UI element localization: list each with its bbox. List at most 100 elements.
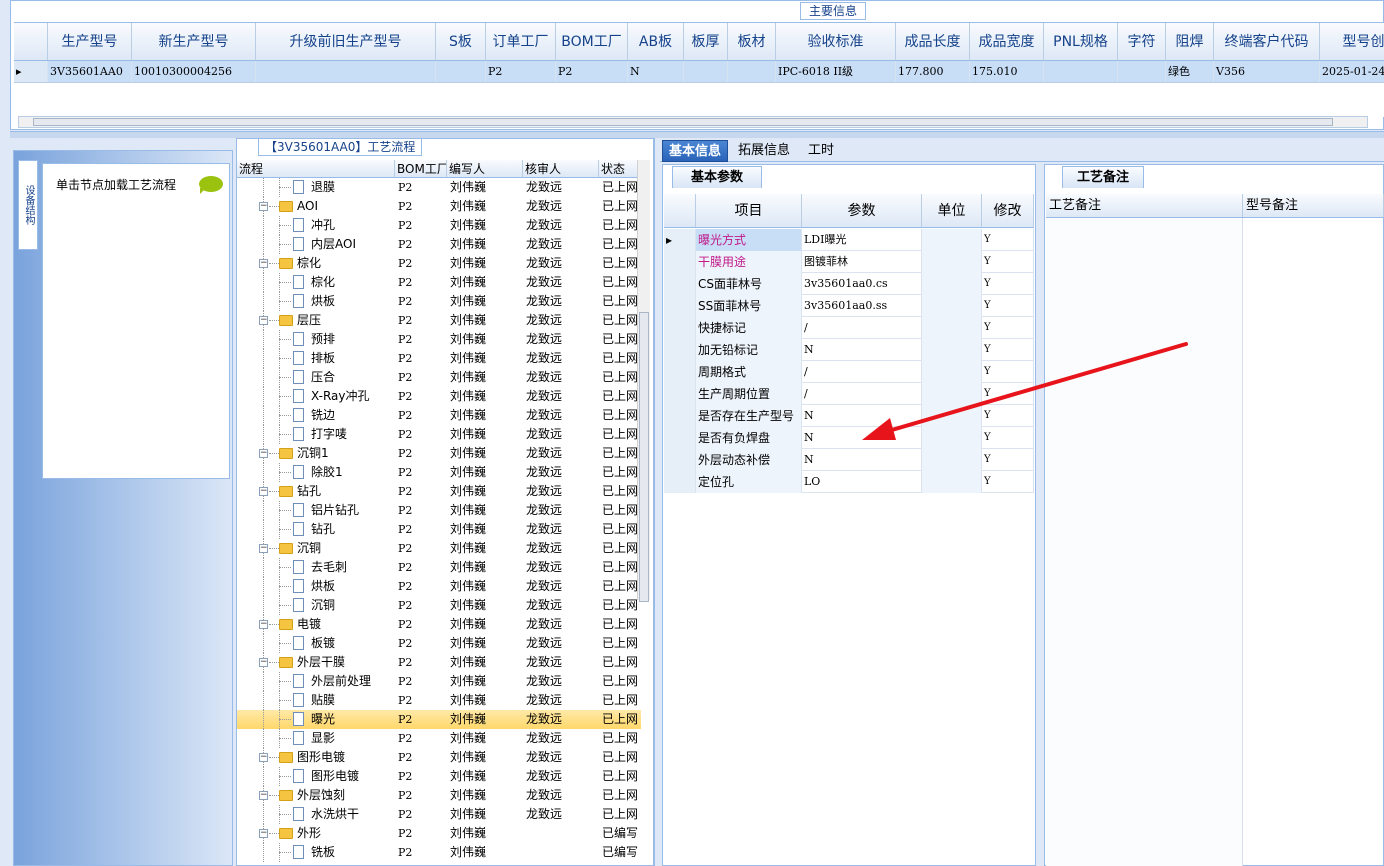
top-col-header[interactable]: S板	[436, 23, 486, 60]
top-cell[interactable]: 绿色	[1166, 61, 1214, 82]
top-cell[interactable]: 10010300004256	[132, 61, 256, 82]
main-info-hscrollbar[interactable]	[18, 116, 1368, 128]
param-row[interactable]: 干膜用途 图镀菲林 Y	[664, 251, 1034, 273]
tree-expander-icon[interactable]: −	[259, 544, 268, 553]
param-unit-cell[interactable]	[922, 317, 982, 339]
tree-col-header[interactable]: 状态	[599, 160, 641, 177]
param-row[interactable]: 外层动态补偿 N Y	[664, 449, 1034, 471]
param-row[interactable]: ▸ 曝光方式 LDI曝光 Y	[664, 229, 1034, 251]
top-col-header[interactable]: 型号创建时间	[1320, 23, 1384, 60]
tab-basic-info[interactable]: 基本信息	[662, 140, 729, 162]
tree-row[interactable]: 沉铜 P2 刘伟巍 龙致远 已上网	[237, 596, 641, 615]
top-cell[interactable]: 3V35601AA0	[48, 61, 132, 82]
param-value-cell[interactable]: N	[802, 449, 922, 471]
tree-row[interactable]: − 外层蚀刻 P2 刘伟巍 龙致远 已上网	[237, 786, 641, 805]
param-value-cell[interactable]: /	[802, 317, 922, 339]
top-col-header[interactable]: 终端客户代码	[1214, 23, 1320, 60]
param-value-cell[interactable]: 3v35601aa0.ss	[802, 295, 922, 317]
col-process-note[interactable]: 工艺备注	[1046, 194, 1243, 217]
tree-row[interactable]: 去毛刺 P2 刘伟巍 龙致远 已上网	[237, 558, 641, 577]
horizontal-splitter[interactable]	[10, 131, 1384, 138]
tree-row[interactable]: − 外层干膜 P2 刘伟巍 龙致远 已上网	[237, 653, 641, 672]
top-col-header[interactable]: 字符	[1118, 23, 1166, 60]
param-row[interactable]: SS面菲林号 3v35601aa0.ss Y	[664, 295, 1034, 317]
tree-row[interactable]: 外层前处理 P2 刘伟巍 龙致远 已上网	[237, 672, 641, 691]
param-row[interactable]: 定位孔 LO Y	[664, 471, 1034, 493]
top-col-header[interactable]: 板材	[728, 23, 776, 60]
tree-expander-icon[interactable]: −	[259, 487, 268, 496]
tree-row[interactable]: − 沉铜1 P2 刘伟巍 龙致远 已上网	[237, 444, 641, 463]
top-col-header[interactable]: 成品宽度	[970, 23, 1044, 60]
top-cell[interactable]: IPC-6018 II级	[776, 61, 896, 82]
tree-row[interactable]: 铝片钻孔 P2 刘伟巍 龙致远 已上网	[237, 501, 641, 520]
tree-row[interactable]: 曝光 P2 刘伟巍 龙致远 已上网	[237, 710, 641, 729]
param-row[interactable]: CS面菲林号 3v35601aa0.cs Y	[664, 273, 1034, 295]
top-col-header[interactable]: 订单工厂	[486, 23, 556, 60]
tree-row[interactable]: − 沉铜 P2 刘伟巍 龙致远 已上网	[237, 539, 641, 558]
tree-expander-icon[interactable]: −	[259, 658, 268, 667]
param-edit-cell[interactable]: Y	[982, 471, 1034, 493]
col-param[interactable]: 参数	[802, 194, 922, 227]
tree-row[interactable]: − 图形电镀 P2 刘伟巍 龙致远 已上网	[237, 748, 641, 767]
tree-expander-icon[interactable]: −	[259, 753, 268, 762]
top-col-header[interactable]: 验收标准	[776, 23, 896, 60]
param-edit-cell[interactable]: Y	[982, 229, 1034, 251]
tree-row[interactable]: 图形电镀 P2 刘伟巍 龙致远 已上网	[237, 767, 641, 786]
process-notes-tab[interactable]: 工艺备注	[1062, 166, 1144, 188]
tree-row[interactable]: 显影 P2 刘伟巍 龙致远 已上网	[237, 729, 641, 748]
col-edit[interactable]: 修改	[982, 194, 1034, 227]
top-cell[interactable]: P2	[486, 61, 556, 82]
process-flow-vscroll-thumb[interactable]	[639, 312, 649, 602]
param-unit-cell[interactable]	[922, 273, 982, 295]
tree-expander-icon[interactable]: −	[259, 829, 268, 838]
top-col-header[interactable]: 生产型号	[48, 23, 132, 60]
tree-col-header[interactable]: 流程	[237, 160, 395, 177]
top-col-header[interactable]: 新生产型号	[132, 23, 256, 60]
param-edit-cell[interactable]: Y	[982, 449, 1034, 471]
tree-row[interactable]: 棕化 P2 刘伟巍 龙致远 已上网	[237, 273, 641, 292]
tree-row[interactable]: 铣边 P2 刘伟巍 龙致远 已上网	[237, 406, 641, 425]
top-cell[interactable]: 2025-01-24 15:16:58	[1320, 61, 1384, 82]
tree-row[interactable]: 内层AOI P2 刘伟巍 龙致远 已上网	[237, 235, 641, 254]
tree-expander-icon[interactable]: −	[259, 620, 268, 629]
top-col-header[interactable]: PNL规格	[1044, 23, 1118, 60]
tree-row[interactable]: 冲孔 P2 刘伟巍 龙致远 已上网	[237, 216, 641, 235]
tree-row[interactable]: − 层压 P2 刘伟巍 龙致远 已上网	[237, 311, 641, 330]
param-unit-cell[interactable]	[922, 229, 982, 251]
tree-row[interactable]: − 外形 P2 刘伟巍 已编写	[237, 824, 641, 843]
tab-work-hours[interactable]: 工时	[802, 140, 840, 162]
tree-row[interactable]: 铣板 P2 刘伟巍 已编写	[237, 843, 641, 862]
top-cell[interactable]: 175.010	[970, 61, 1044, 82]
tree-row[interactable]: 水洗烘干 P2 刘伟巍 龙致远 已上网	[237, 805, 641, 824]
top-col-header[interactable]: AB板	[628, 23, 684, 60]
param-value-cell[interactable]: LO	[802, 471, 922, 493]
tree-row[interactable]: 压合 P2 刘伟巍 龙致远 已上网	[237, 368, 641, 387]
tree-row[interactable]: X-Ray冲孔 P2 刘伟巍 龙致远 已上网	[237, 387, 641, 406]
top-cell[interactable]	[1044, 61, 1118, 82]
tree-expander-icon[interactable]: −	[259, 202, 268, 211]
tree-col-header[interactable]: BOM工厂	[395, 160, 447, 177]
col-unit[interactable]: 单位	[922, 194, 982, 227]
top-cell[interactable]	[256, 61, 436, 82]
tree-row[interactable]: 除胶1 P2 刘伟巍 龙致远 已上网	[237, 463, 641, 482]
structure-card[interactable]	[42, 163, 230, 479]
top-cell[interactable]	[1118, 61, 1166, 82]
tree-row[interactable]: − 钻孔 P2 刘伟巍 龙致远 已上网	[237, 482, 641, 501]
vertical-splitter-left[interactable]	[654, 138, 660, 866]
tree-row[interactable]: 预排 P2 刘伟巍 龙致远 已上网	[237, 330, 641, 349]
top-col-header[interactable]: BOM工厂	[556, 23, 628, 60]
top-col-header[interactable]: 升级前旧生产型号	[256, 23, 436, 60]
structure-vertical-tab[interactable]: 设备结构	[18, 160, 38, 250]
top-cell[interactable]: V356	[1214, 61, 1320, 82]
param-row[interactable]: 快捷标记 / Y	[664, 317, 1034, 339]
top-cell[interactable]	[728, 61, 776, 82]
tree-row[interactable]: 烘板 P2 刘伟巍 龙致远 已上网	[237, 292, 641, 311]
top-cell[interactable]: P2	[556, 61, 628, 82]
top-cell[interactable]: 177.800	[896, 61, 970, 82]
tab-extended-info[interactable]: 拓展信息	[732, 140, 796, 162]
param-value-cell[interactable]: LDI曝光	[802, 229, 922, 251]
param-unit-cell[interactable]	[922, 295, 982, 317]
top-col-header[interactable]: 阻焊	[1166, 23, 1214, 60]
top-col-header[interactable]: 板厚	[684, 23, 728, 60]
param-edit-cell[interactable]: Y	[982, 295, 1034, 317]
